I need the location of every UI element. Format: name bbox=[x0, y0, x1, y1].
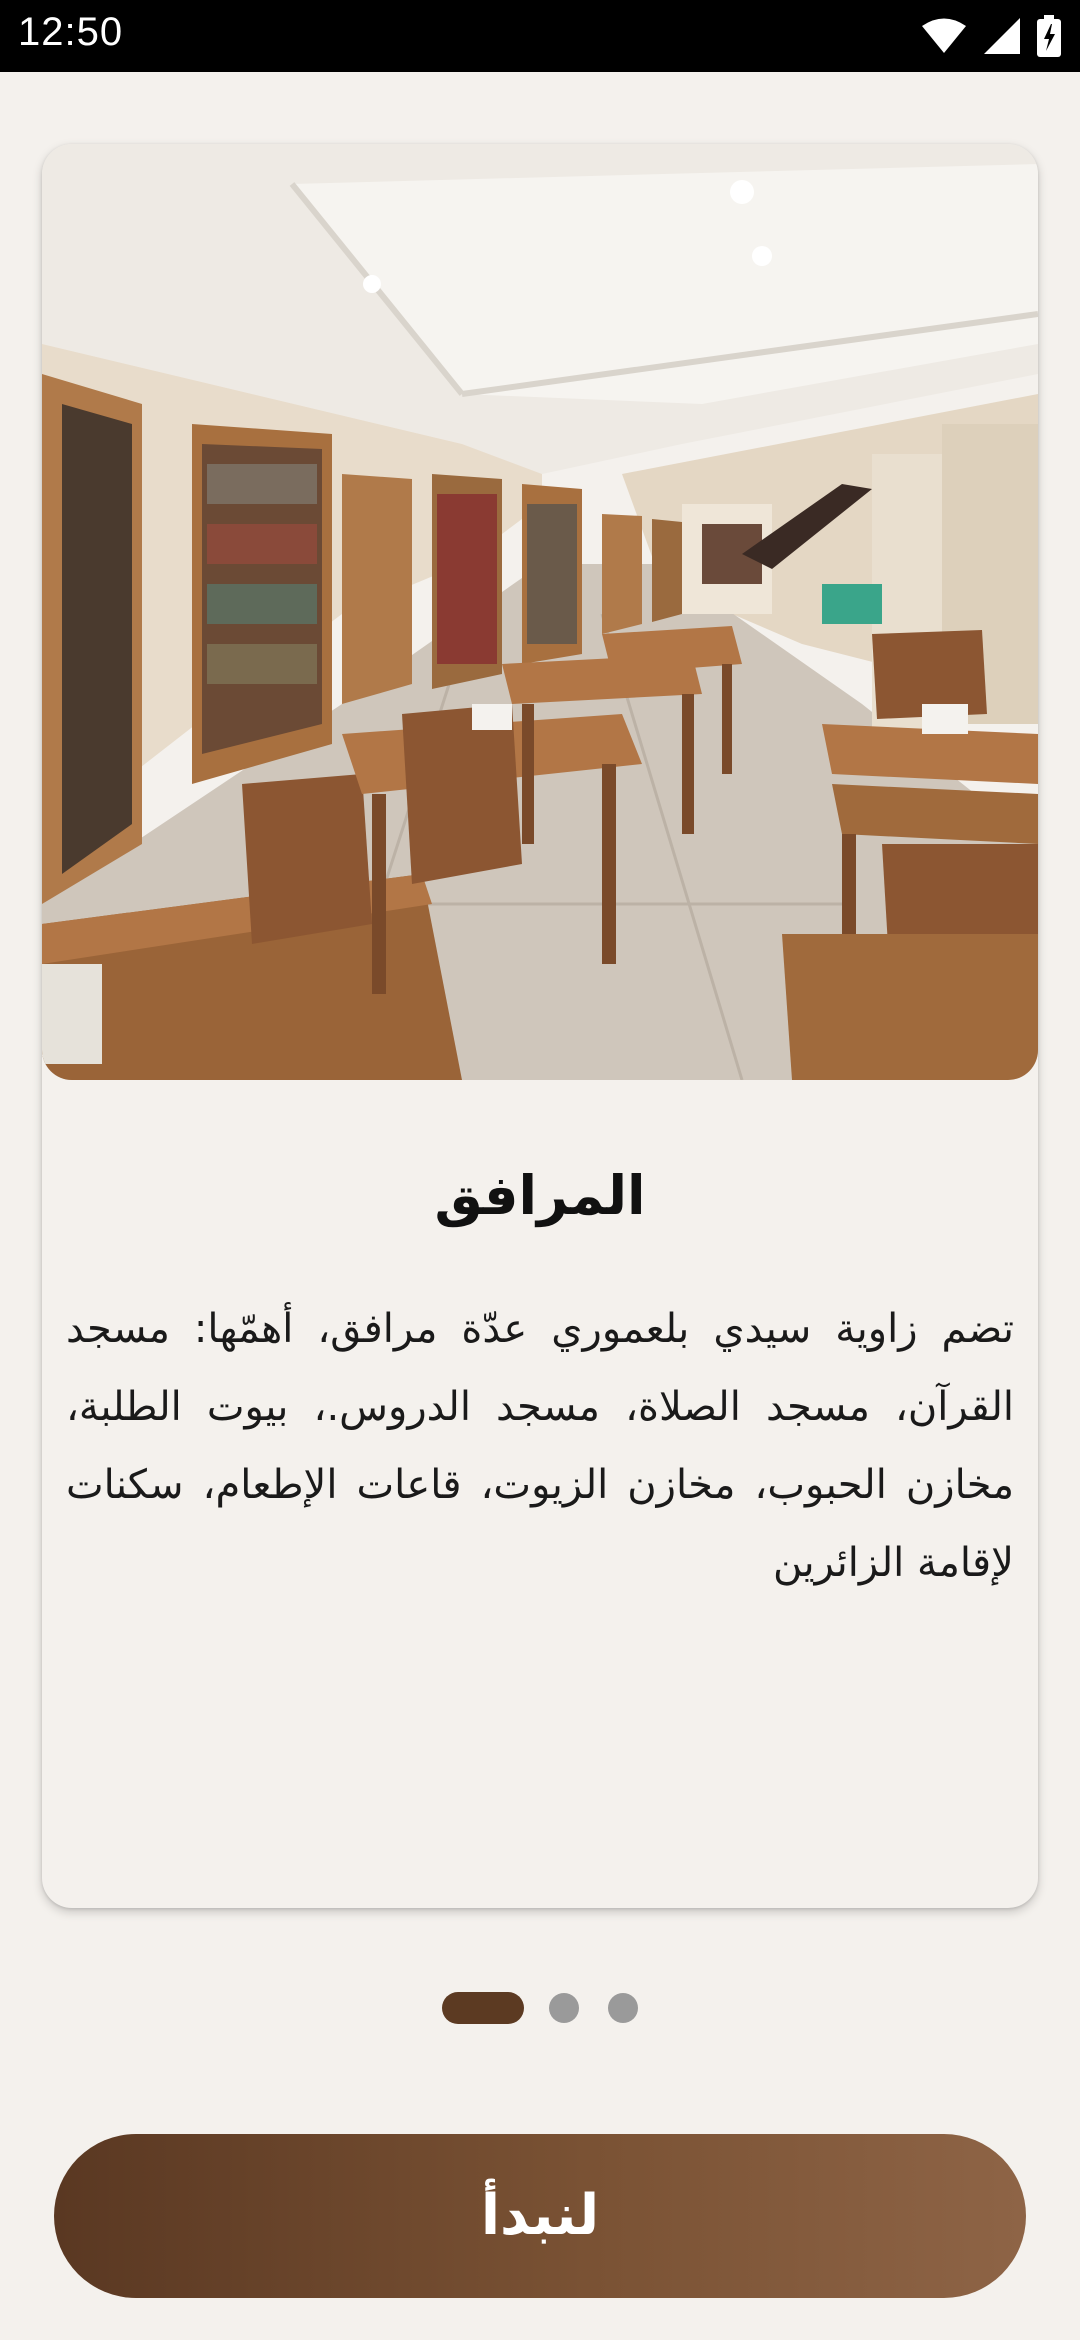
page-dot[interactable] bbox=[608, 1993, 638, 2023]
card-description: تضم زاوية سيدي بلعموري عدّة مرافق، أهمّه… bbox=[66, 1306, 1014, 1586]
library-photo bbox=[42, 144, 1038, 1080]
status-bar: 12:50 bbox=[0, 0, 1080, 72]
status-icons bbox=[920, 14, 1062, 58]
card-title: المرافق bbox=[434, 1164, 646, 1227]
page-indicator bbox=[0, 1990, 1080, 2024]
signal-icon bbox=[982, 16, 1022, 56]
status-time: 12:50 bbox=[18, 10, 124, 54]
page-dot-active[interactable] bbox=[442, 1992, 524, 2024]
page-dot[interactable] bbox=[549, 1993, 579, 2023]
onboarding-card: المرافق تضم زاوية سيدي بلعموري عدّة مراف… bbox=[42, 144, 1038, 1908]
start-button[interactable]: لنبدأ bbox=[54, 2134, 1026, 2298]
wifi-icon bbox=[920, 17, 968, 55]
battery-icon bbox=[1036, 15, 1062, 57]
